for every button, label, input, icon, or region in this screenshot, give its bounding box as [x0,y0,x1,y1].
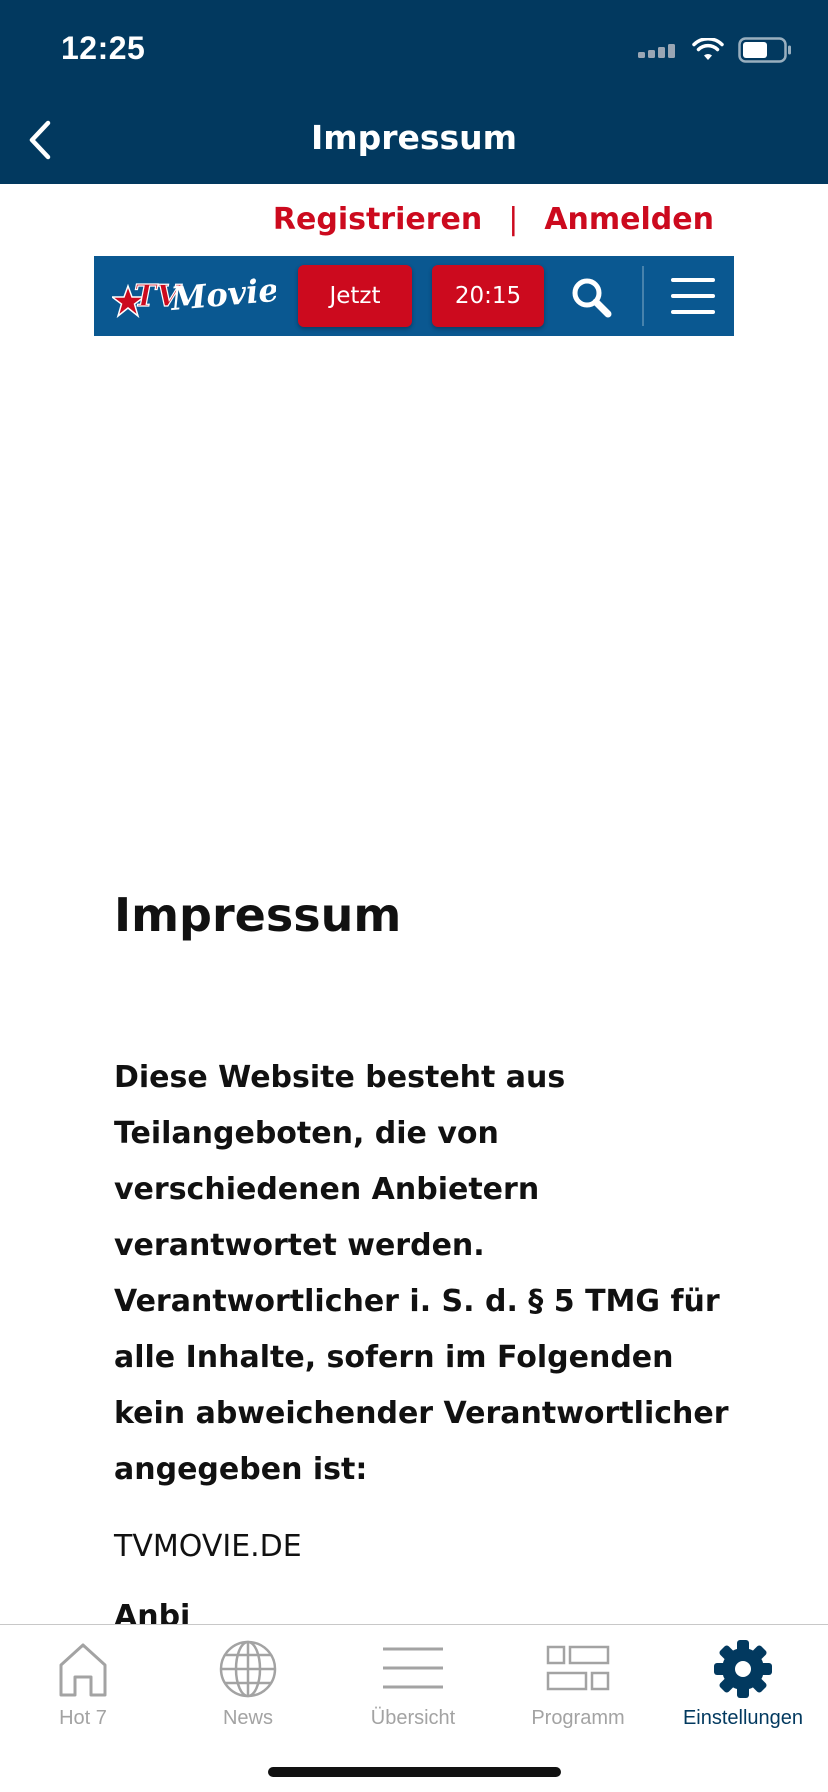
list-icon [383,1647,443,1689]
tab-label: Hot 7 [59,1707,107,1729]
primetime-button[interactable]: 20:15 [432,265,544,327]
wifi-icon [692,38,724,60]
tab-einstellungen[interactable]: Einstellungen [660,1635,826,1745]
tab-news[interactable]: News [165,1635,331,1745]
now-on-tv-button[interactable]: Jetzt [298,265,412,327]
tab-label: News [222,1707,273,1729]
auth-separator: | [508,202,519,237]
status-time: 12:25 [61,30,146,66]
status-icons [638,36,792,64]
tv-movie-logo[interactable]: TV Movie [112,270,276,322]
tab-label: Einstellungen [682,1707,804,1729]
content-heading: Impressum [114,888,402,942]
home-icon [59,1643,107,1697]
tab-hot7[interactable]: Hot 7 [0,1635,166,1745]
tab-label: Übersicht [370,1707,456,1729]
intro-paragraph: Diese Website besteht aus Teilangeboten,… [114,1060,729,1487]
gear-icon [714,1640,772,1698]
site-bar-divider [642,266,644,326]
cellular-signal-icon [638,44,675,58]
site-navigation-bar: TV Movie Jetzt 20:15 [94,256,734,336]
register-link[interactable]: Registrieren [273,202,482,237]
app-header: 12:25 Impressum [0,0,828,184]
hamburger-menu-icon[interactable] [670,274,716,318]
tab-uebersicht[interactable]: Übersicht [330,1635,496,1745]
search-icon[interactable] [568,274,614,320]
tab-label: Programm [531,1707,625,1729]
svg-text:Movie: Movie [168,271,276,318]
home-indicator [268,1767,561,1777]
globe-icon [219,1640,277,1698]
impressum-content: Impressum Diese Website besteht aus Teil… [114,880,734,1638]
auth-links: Registrieren | Anmelden [273,202,714,237]
battery-icon [738,37,791,63]
tab-programm[interactable]: Programm [495,1635,661,1745]
login-link[interactable]: Anmelden [544,202,714,237]
site-name: TVMOVIE.DE [114,1529,302,1564]
page-title: Impressum [310,118,518,157]
grid-icon [546,1645,610,1691]
